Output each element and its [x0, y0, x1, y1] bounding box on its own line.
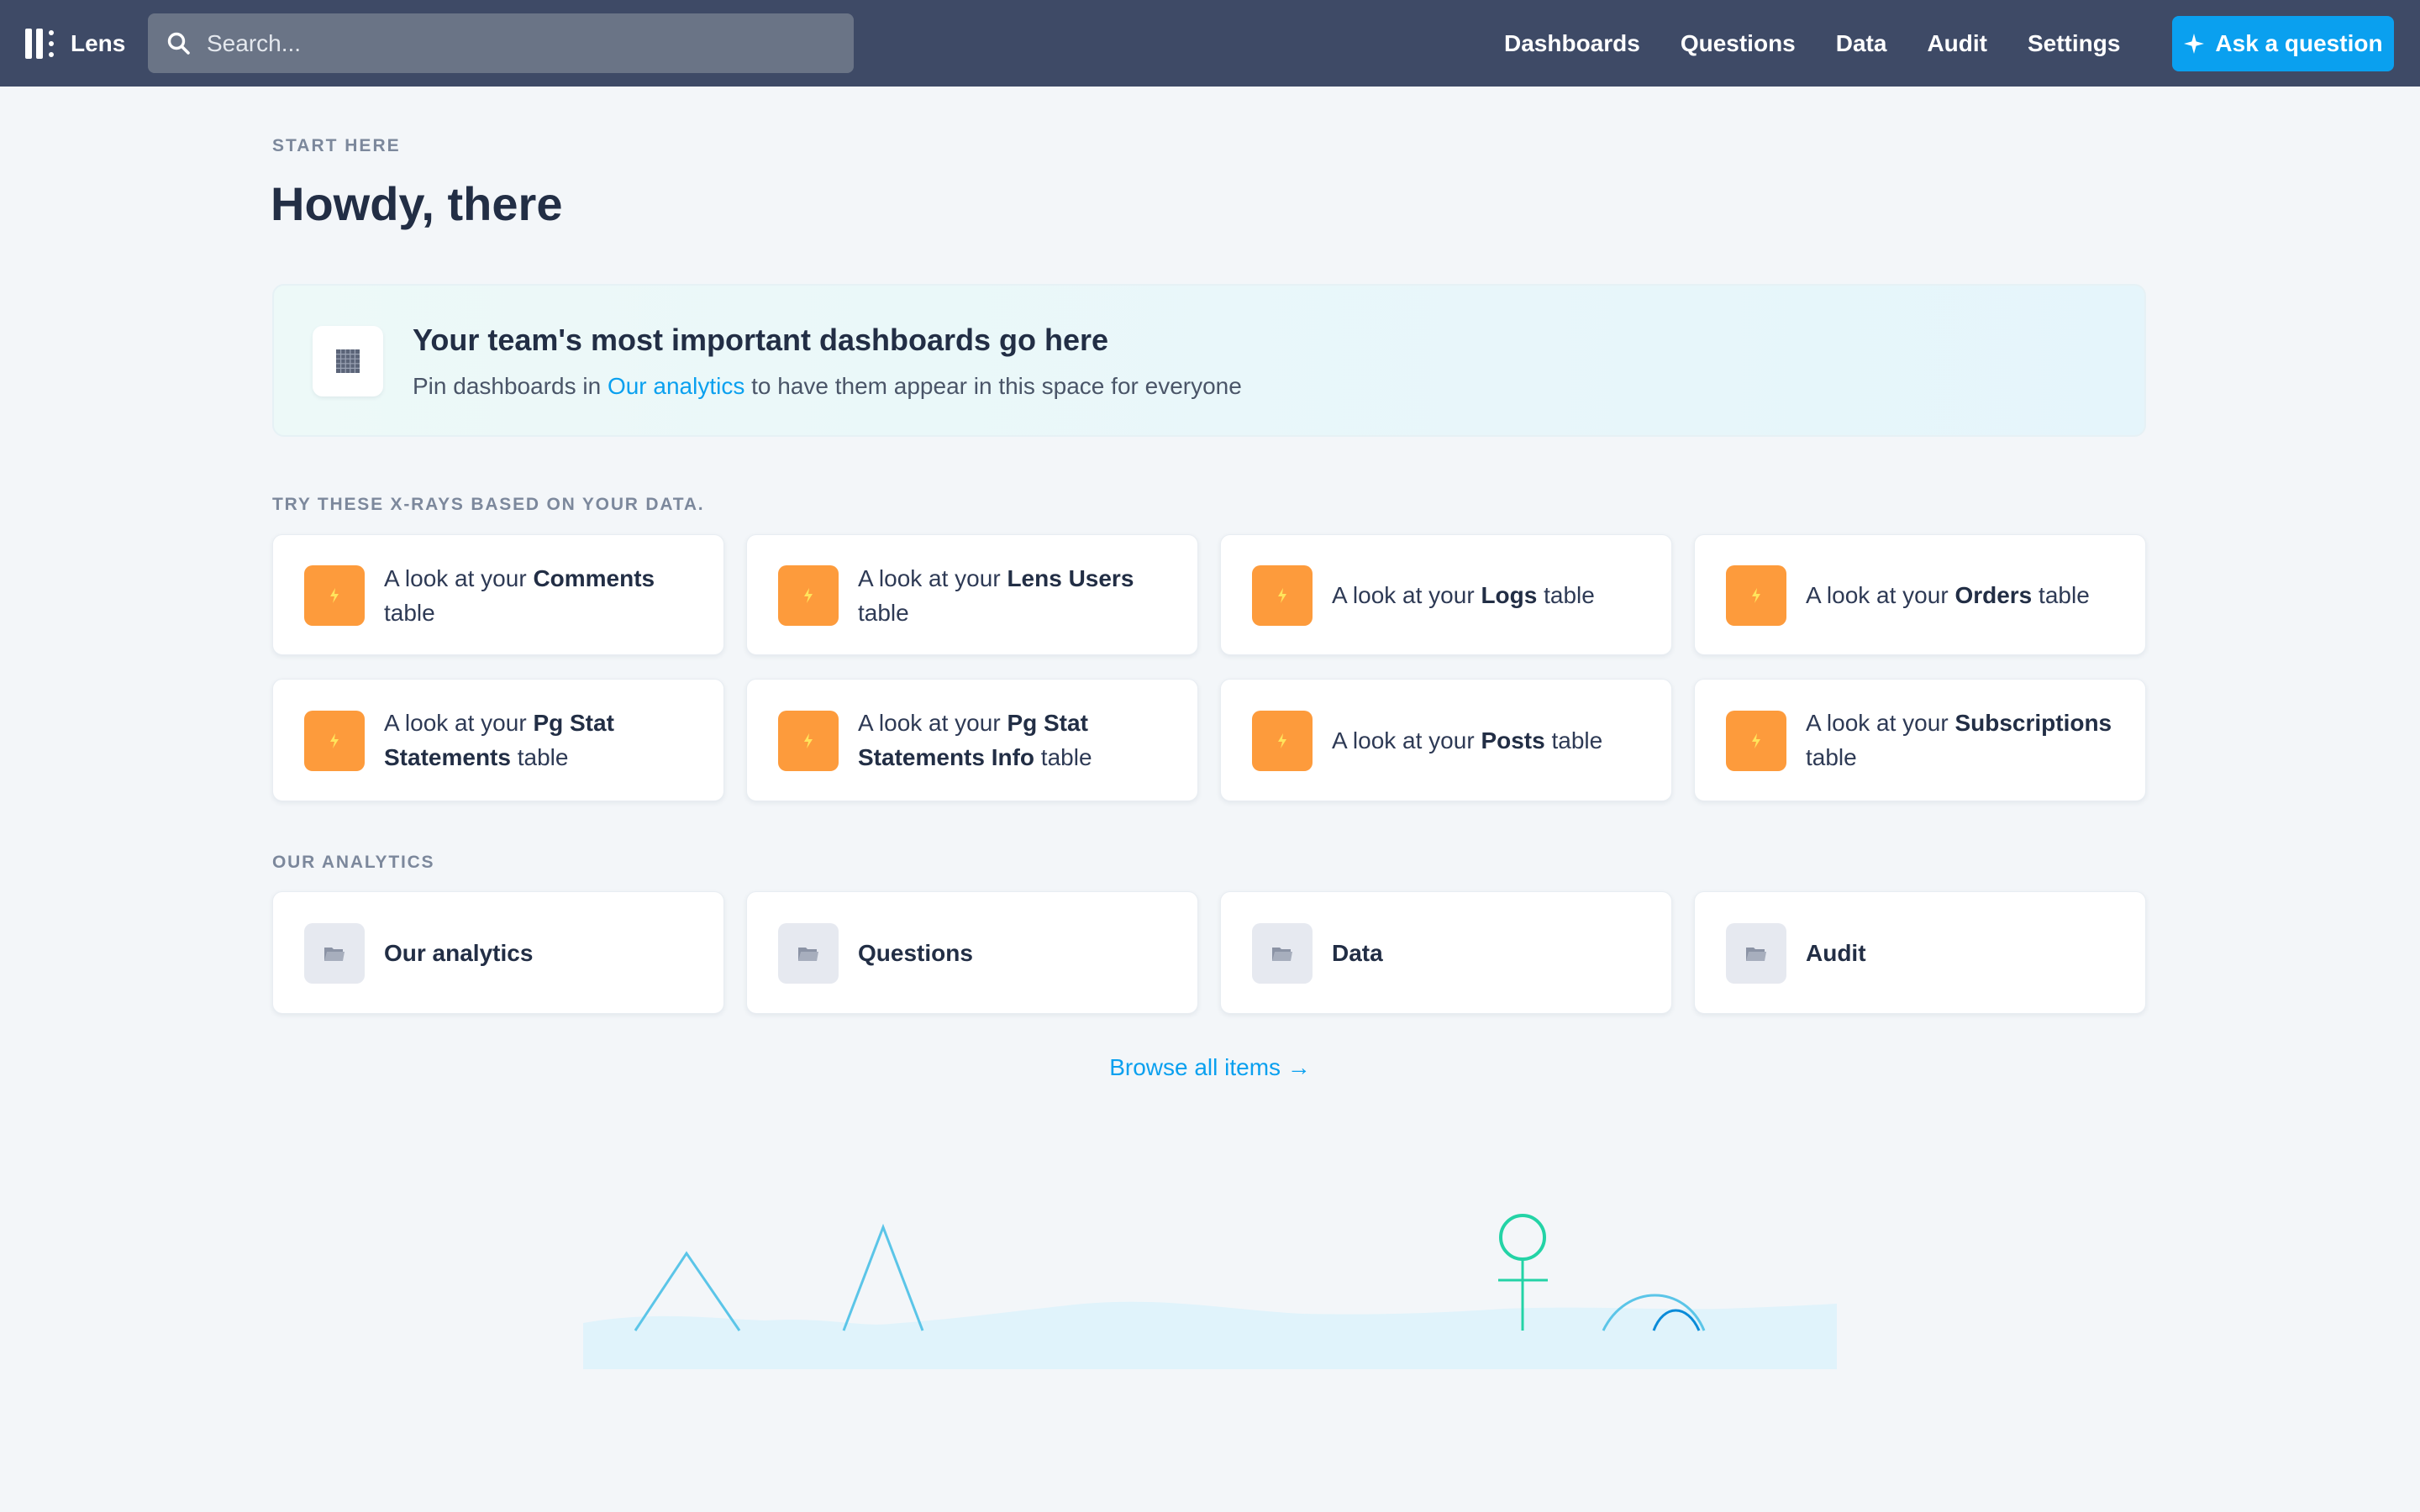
nav-link-data[interactable]: Data: [1836, 30, 1887, 57]
browse-all-items-link[interactable]: Browse all items →: [0, 1054, 2420, 1081]
search-bar[interactable]: [148, 13, 854, 73]
figure-head: [1499, 1214, 1546, 1261]
bolt-icon: [304, 711, 365, 771]
sparkle-icon: [2184, 34, 2205, 54]
collection-card-label: Questions: [858, 940, 973, 966]
bolt-icon: [1252, 565, 1313, 626]
xray-card-subscriptions[interactable]: A look at your Subscriptions table: [1694, 679, 2146, 801]
collection-card-data[interactable]: Data: [1220, 891, 1672, 1014]
our-analytics-link[interactable]: Our analytics: [608, 373, 744, 399]
banner-title: Your team's most important dashboards go…: [413, 323, 1109, 357]
nav-links: Dashboards Questions Data Audit Settings: [1504, 0, 2160, 87]
bolt-icon: [1726, 565, 1786, 626]
collection-card-label: Data: [1332, 940, 1383, 966]
folder-icon: [304, 923, 365, 984]
collection-card-questions[interactable]: Questions: [746, 891, 1198, 1014]
xray-card-comments[interactable]: A look at your Comments table: [272, 534, 724, 655]
page-title: Howdy, there: [271, 177, 563, 230]
folder-icon: [778, 923, 839, 984]
nav-link-settings[interactable]: Settings: [2028, 30, 2120, 57]
banner-description: Pin dashboards in Our analytics to have …: [413, 373, 1242, 400]
banner-text-end: to have them appear in this space for ev…: [744, 373, 1242, 399]
ask-a-question-label: Ask a question: [2215, 30, 2383, 56]
app-name: Lens: [71, 30, 126, 56]
search-input[interactable]: [205, 29, 847, 58]
xray-card-pg-stat-statements[interactable]: A look at your Pg Stat Statements table: [272, 679, 724, 801]
xray-card-label: A look at your Logs table: [1332, 582, 1595, 608]
xray-card-lens-users[interactable]: A look at your Lens Users table: [746, 534, 1198, 655]
bolt-icon: [1726, 711, 1786, 771]
our-analytics-heading: OUR ANALYTICS: [272, 853, 435, 872]
nav-link-questions[interactable]: Questions: [1681, 30, 1796, 57]
bolt-icon: [304, 565, 365, 626]
bolt-icon: [778, 711, 839, 771]
xray-card-posts[interactable]: A look at your Posts table: [1220, 679, 1672, 801]
nav-link-dashboards[interactable]: Dashboards: [1504, 30, 1640, 57]
xray-card-label: A look at your Comments table: [384, 565, 655, 626]
search-icon: [166, 31, 192, 56]
bolt-icon: [1252, 711, 1313, 771]
collection-card-label: Our analytics: [384, 940, 534, 966]
banner-text-start: Pin dashboards in: [413, 373, 608, 399]
xray-card-label: A look at your Pg Stat Statements table: [384, 710, 614, 770]
folder-icon: [1252, 923, 1313, 984]
start-here-label: START HERE: [272, 136, 401, 155]
lens-logo-icon: [25, 27, 57, 60]
collection-card-audit[interactable]: Audit: [1694, 891, 2146, 1014]
banner-icon-box: [313, 326, 383, 396]
collection-card-label: Audit: [1806, 940, 1866, 966]
grid-icon: [336, 349, 360, 373]
xray-card-label: A look at your Lens Users table: [858, 565, 1134, 626]
collection-card-our-analytics[interactable]: Our analytics: [272, 891, 724, 1014]
xray-card-label: A look at your Posts table: [1332, 727, 1603, 753]
xrays-heading: TRY THESE X-RAYS BASED ON YOUR DATA.: [272, 495, 705, 514]
xray-card-logs[interactable]: A look at your Logs table: [1220, 534, 1672, 655]
bolt-icon: [778, 565, 839, 626]
landscape-illustration: [583, 1214, 1837, 1369]
xray-card-orders[interactable]: A look at your Orders table: [1694, 534, 2146, 655]
pinned-dashboards-banner: Your team's most important dashboards go…: [272, 284, 2146, 437]
xray-card-label: A look at your Orders table: [1806, 582, 2090, 608]
top-navigation: Lens Dashboards Questions Data Audit Set…: [0, 0, 2420, 87]
xray-card-label: A look at your Subscriptions table: [1806, 710, 2112, 770]
mountain-right: [842, 1223, 924, 1331]
xray-card-pg-stat-statements-info[interactable]: A look at your Pg Stat Statements Info t…: [746, 679, 1198, 801]
ground-hills: [583, 1301, 1837, 1369]
nav-link-audit[interactable]: Audit: [1927, 30, 1987, 57]
app-logo[interactable]: Lens: [25, 25, 125, 62]
xray-card-label: A look at your Pg Stat Statements Info t…: [858, 710, 1092, 770]
ask-a-question-button[interactable]: Ask a question: [2172, 16, 2394, 71]
folder-icon: [1726, 923, 1786, 984]
